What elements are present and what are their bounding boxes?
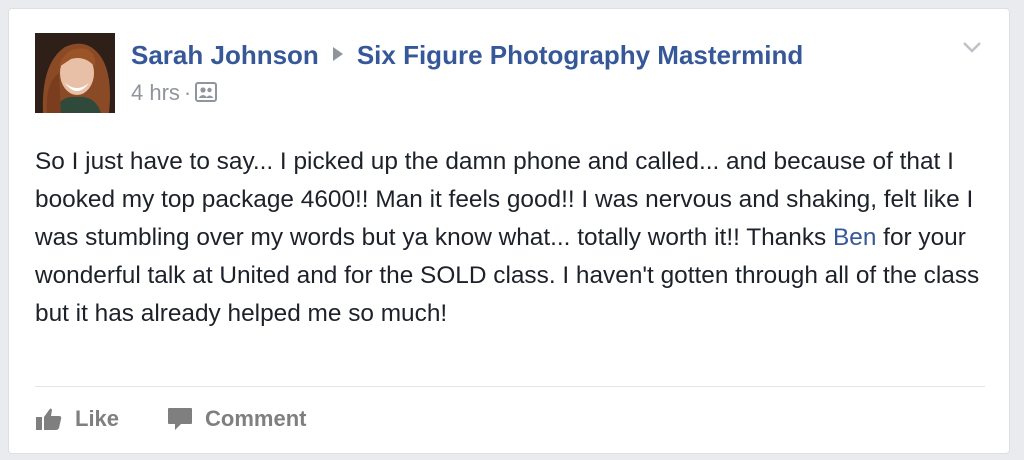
like-label: Like <box>75 406 120 431</box>
actions-divider <box>35 386 985 387</box>
mention-link-ben[interactable]: Ben <box>833 224 876 251</box>
comment-button[interactable]: Comment <box>167 406 306 432</box>
shared-to-arrow-icon <box>332 47 343 61</box>
post-meta: 4 hrs · <box>131 79 218 109</box>
comment-label: Comment <box>205 406 307 431</box>
author-name-link[interactable]: Sarah Johnson <box>131 40 319 70</box>
meta-separator: · <box>183 80 192 105</box>
post-timestamp-link[interactable]: 4 hrs <box>131 80 180 105</box>
author-avatar[interactable] <box>35 33 115 113</box>
group-audience-icon[interactable] <box>195 81 218 109</box>
like-button[interactable]: Like <box>35 406 119 432</box>
post-header: Sarah Johnson Six Figure Photography Mast… <box>131 39 803 71</box>
speech-bubble-icon <box>168 408 193 430</box>
feed-post: Sarah Johnson Six Figure Photography Mast… <box>8 8 1010 454</box>
post-actions: Like Comment <box>35 402 354 436</box>
post-body: So I just have to say... I picked up the… <box>35 143 985 333</box>
group-name-link[interactable]: Six Figure Photography Mastermind <box>357 40 803 70</box>
thumbs-up-icon <box>36 408 62 430</box>
chevron-down-icon[interactable] <box>961 39 983 55</box>
